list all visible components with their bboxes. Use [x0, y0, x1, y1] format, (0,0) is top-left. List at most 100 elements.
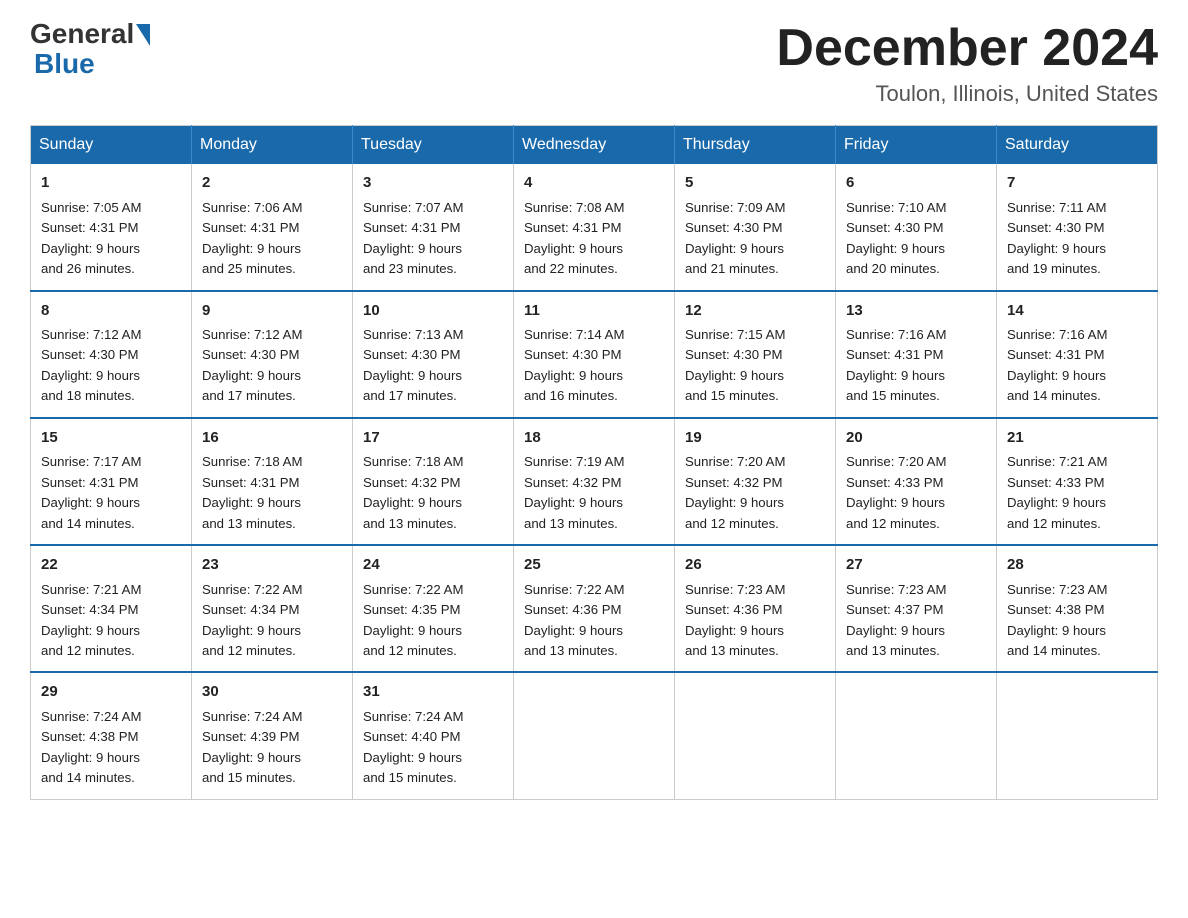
calendar-table: Sunday Monday Tuesday Wednesday Thursday… [30, 125, 1158, 800]
table-row [836, 672, 997, 799]
table-row [997, 672, 1158, 799]
day-number: 5 [685, 172, 825, 195]
day-info: Sunrise: 7:21 AMSunset: 4:34 PMDaylight:… [41, 582, 141, 658]
day-info: Sunrise: 7:16 AMSunset: 4:31 PMDaylight:… [846, 327, 946, 403]
day-info: Sunrise: 7:13 AMSunset: 4:30 PMDaylight:… [363, 327, 463, 403]
calendar-week-row: 8 Sunrise: 7:12 AMSunset: 4:30 PMDayligh… [31, 291, 1158, 418]
day-number: 13 [846, 300, 986, 323]
day-number: 14 [1007, 300, 1147, 323]
table-row: 26 Sunrise: 7:23 AMSunset: 4:36 PMDaylig… [675, 545, 836, 672]
calendar-week-row: 22 Sunrise: 7:21 AMSunset: 4:34 PMDaylig… [31, 545, 1158, 672]
day-info: Sunrise: 7:12 AMSunset: 4:30 PMDaylight:… [202, 327, 302, 403]
table-row: 24 Sunrise: 7:22 AMSunset: 4:35 PMDaylig… [353, 545, 514, 672]
table-row: 21 Sunrise: 7:21 AMSunset: 4:33 PMDaylig… [997, 418, 1158, 545]
table-row: 11 Sunrise: 7:14 AMSunset: 4:30 PMDaylig… [514, 291, 675, 418]
day-number: 29 [41, 681, 181, 704]
table-row: 7 Sunrise: 7:11 AMSunset: 4:30 PMDayligh… [997, 164, 1158, 290]
day-info: Sunrise: 7:07 AMSunset: 4:31 PMDaylight:… [363, 200, 463, 276]
location-title: Toulon, Illinois, United States [776, 81, 1158, 107]
table-row: 16 Sunrise: 7:18 AMSunset: 4:31 PMDaylig… [192, 418, 353, 545]
day-number: 4 [524, 172, 664, 195]
table-row: 30 Sunrise: 7:24 AMSunset: 4:39 PMDaylig… [192, 672, 353, 799]
day-number: 21 [1007, 427, 1147, 450]
day-number: 2 [202, 172, 342, 195]
calendar-week-row: 29 Sunrise: 7:24 AMSunset: 4:38 PMDaylig… [31, 672, 1158, 799]
logo-triangle-icon [136, 24, 150, 46]
table-row: 14 Sunrise: 7:16 AMSunset: 4:31 PMDaylig… [997, 291, 1158, 418]
day-number: 8 [41, 300, 181, 323]
day-info: Sunrise: 7:10 AMSunset: 4:30 PMDaylight:… [846, 200, 946, 276]
table-row [514, 672, 675, 799]
table-row: 29 Sunrise: 7:24 AMSunset: 4:38 PMDaylig… [31, 672, 192, 799]
day-info: Sunrise: 7:14 AMSunset: 4:30 PMDaylight:… [524, 327, 624, 403]
table-row: 4 Sunrise: 7:08 AMSunset: 4:31 PMDayligh… [514, 164, 675, 290]
page-header: General Blue December 2024 Toulon, Illin… [30, 20, 1158, 107]
table-row: 8 Sunrise: 7:12 AMSunset: 4:30 PMDayligh… [31, 291, 192, 418]
table-row: 28 Sunrise: 7:23 AMSunset: 4:38 PMDaylig… [997, 545, 1158, 672]
day-info: Sunrise: 7:20 AMSunset: 4:32 PMDaylight:… [685, 454, 785, 530]
day-info: Sunrise: 7:12 AMSunset: 4:30 PMDaylight:… [41, 327, 141, 403]
day-info: Sunrise: 7:23 AMSunset: 4:36 PMDaylight:… [685, 582, 785, 658]
day-info: Sunrise: 7:23 AMSunset: 4:37 PMDaylight:… [846, 582, 946, 658]
day-info: Sunrise: 7:17 AMSunset: 4:31 PMDaylight:… [41, 454, 141, 530]
day-number: 28 [1007, 554, 1147, 577]
header-wednesday: Wednesday [514, 126, 675, 165]
day-number: 19 [685, 427, 825, 450]
day-number: 30 [202, 681, 342, 704]
header-thursday: Thursday [675, 126, 836, 165]
day-info: Sunrise: 7:20 AMSunset: 4:33 PMDaylight:… [846, 454, 946, 530]
table-row: 31 Sunrise: 7:24 AMSunset: 4:40 PMDaylig… [353, 672, 514, 799]
logo-area: General Blue [30, 20, 152, 80]
day-info: Sunrise: 7:19 AMSunset: 4:32 PMDaylight:… [524, 454, 624, 530]
title-area: December 2024 Toulon, Illinois, United S… [776, 20, 1158, 107]
weekday-header-row: Sunday Monday Tuesday Wednesday Thursday… [31, 126, 1158, 165]
day-number: 31 [363, 681, 503, 704]
calendar-week-row: 15 Sunrise: 7:17 AMSunset: 4:31 PMDaylig… [31, 418, 1158, 545]
day-info: Sunrise: 7:24 AMSunset: 4:40 PMDaylight:… [363, 709, 463, 785]
table-row: 20 Sunrise: 7:20 AMSunset: 4:33 PMDaylig… [836, 418, 997, 545]
day-number: 3 [363, 172, 503, 195]
day-number: 6 [846, 172, 986, 195]
table-row: 19 Sunrise: 7:20 AMSunset: 4:32 PMDaylig… [675, 418, 836, 545]
header-tuesday: Tuesday [353, 126, 514, 165]
table-row: 3 Sunrise: 7:07 AMSunset: 4:31 PMDayligh… [353, 164, 514, 290]
table-row: 6 Sunrise: 7:10 AMSunset: 4:30 PMDayligh… [836, 164, 997, 290]
day-number: 9 [202, 300, 342, 323]
table-row: 10 Sunrise: 7:13 AMSunset: 4:30 PMDaylig… [353, 291, 514, 418]
day-info: Sunrise: 7:22 AMSunset: 4:36 PMDaylight:… [524, 582, 624, 658]
logo-general-text: General [30, 20, 134, 48]
day-info: Sunrise: 7:24 AMSunset: 4:38 PMDaylight:… [41, 709, 141, 785]
day-number: 25 [524, 554, 664, 577]
day-number: 26 [685, 554, 825, 577]
day-number: 7 [1007, 172, 1147, 195]
day-info: Sunrise: 7:05 AMSunset: 4:31 PMDaylight:… [41, 200, 141, 276]
table-row: 1 Sunrise: 7:05 AMSunset: 4:31 PMDayligh… [31, 164, 192, 290]
table-row: 27 Sunrise: 7:23 AMSunset: 4:37 PMDaylig… [836, 545, 997, 672]
header-monday: Monday [192, 126, 353, 165]
day-info: Sunrise: 7:06 AMSunset: 4:31 PMDaylight:… [202, 200, 302, 276]
day-info: Sunrise: 7:21 AMSunset: 4:33 PMDaylight:… [1007, 454, 1107, 530]
day-info: Sunrise: 7:18 AMSunset: 4:31 PMDaylight:… [202, 454, 302, 530]
day-number: 11 [524, 300, 664, 323]
day-number: 23 [202, 554, 342, 577]
table-row: 15 Sunrise: 7:17 AMSunset: 4:31 PMDaylig… [31, 418, 192, 545]
day-number: 20 [846, 427, 986, 450]
day-info: Sunrise: 7:15 AMSunset: 4:30 PMDaylight:… [685, 327, 785, 403]
table-row: 22 Sunrise: 7:21 AMSunset: 4:34 PMDaylig… [31, 545, 192, 672]
logo-blue-text: Blue [34, 48, 95, 79]
day-number: 12 [685, 300, 825, 323]
day-info: Sunrise: 7:16 AMSunset: 4:31 PMDaylight:… [1007, 327, 1107, 403]
day-info: Sunrise: 7:11 AMSunset: 4:30 PMDaylight:… [1007, 200, 1106, 276]
day-info: Sunrise: 7:09 AMSunset: 4:30 PMDaylight:… [685, 200, 785, 276]
table-row: 5 Sunrise: 7:09 AMSunset: 4:30 PMDayligh… [675, 164, 836, 290]
table-row: 17 Sunrise: 7:18 AMSunset: 4:32 PMDaylig… [353, 418, 514, 545]
table-row: 12 Sunrise: 7:15 AMSunset: 4:30 PMDaylig… [675, 291, 836, 418]
day-number: 18 [524, 427, 664, 450]
table-row: 9 Sunrise: 7:12 AMSunset: 4:30 PMDayligh… [192, 291, 353, 418]
table-row: 25 Sunrise: 7:22 AMSunset: 4:36 PMDaylig… [514, 545, 675, 672]
day-number: 27 [846, 554, 986, 577]
day-info: Sunrise: 7:22 AMSunset: 4:35 PMDaylight:… [363, 582, 463, 658]
table-row: 18 Sunrise: 7:19 AMSunset: 4:32 PMDaylig… [514, 418, 675, 545]
day-info: Sunrise: 7:18 AMSunset: 4:32 PMDaylight:… [363, 454, 463, 530]
table-row: 2 Sunrise: 7:06 AMSunset: 4:31 PMDayligh… [192, 164, 353, 290]
